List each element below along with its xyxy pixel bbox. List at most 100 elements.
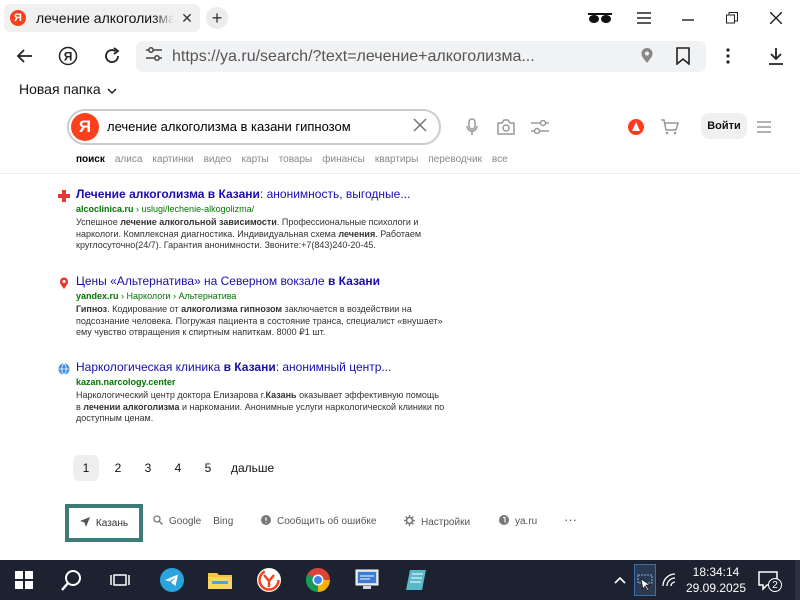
snippet-highlight: лечения	[338, 228, 376, 239]
location-arrow-icon	[79, 516, 90, 530]
file-explorer-icon[interactable]	[206, 566, 234, 594]
tab-title: лечение алкоголизма в казани гипнозом	[36, 10, 174, 26]
yaru-link[interactable]: ya.ru	[499, 515, 537, 528]
menu-icon[interactable]	[630, 6, 658, 30]
back-arrow-icon[interactable]	[12, 44, 36, 68]
new-tab-button[interactable]: +	[206, 7, 228, 29]
notification-center-icon[interactable]: 2	[758, 570, 782, 592]
network-icon[interactable]	[660, 570, 680, 590]
pagination: 1 2 3 4 5 дальше	[73, 455, 274, 481]
result-url[interactable]: alcoclinica.ru › uslugi/lechenie-alkogol…	[76, 204, 446, 214]
yandex-logo[interactable]: Я	[71, 113, 99, 141]
tab-close-button[interactable]: ✕	[180, 10, 194, 27]
city-label: Казань	[95, 517, 129, 529]
next-page-button[interactable]: дальше	[231, 461, 274, 475]
result-title-link[interactable]: Лечение алкоголизма в Казани: анонимност…	[76, 187, 446, 201]
tab-search[interactable]: поиск	[76, 154, 105, 165]
tab-images[interactable]: картинки	[152, 154, 193, 165]
minimize-button[interactable]	[674, 6, 702, 30]
tray-app-highlighted[interactable]	[634, 564, 656, 596]
bookmark-icon[interactable]	[676, 47, 690, 70]
google-link[interactable]: Google	[169, 516, 201, 527]
bookmark-folder-label: Новая папка	[19, 81, 101, 97]
snippet-text: Успешное	[76, 217, 121, 227]
tab-alice[interactable]: алиса	[115, 154, 143, 165]
bing-link[interactable]: Bing	[213, 516, 233, 527]
cart-icon[interactable]	[659, 116, 681, 138]
header-divider	[0, 173, 800, 174]
medical-cross-favicon-icon	[58, 189, 70, 202]
bookmark-folder[interactable]: Новая папка	[19, 81, 117, 97]
login-button[interactable]: Войти	[701, 113, 747, 139]
result-title-text: Цены «Альтернатива» на Северном вокзале	[76, 274, 328, 288]
windows-start-icon[interactable]	[10, 566, 38, 594]
search-input[interactable]: лечение алкоголизма в казани гипнозом	[107, 119, 351, 134]
city-button[interactable]: Казань	[65, 504, 143, 542]
tab-video[interactable]: видео	[204, 154, 232, 165]
snippet-highlight: лечение алкогольной зависимости	[120, 217, 277, 227]
result-title-text: : анонимный центр...	[275, 360, 392, 374]
reload-icon[interactable]	[100, 44, 124, 68]
search-result: Лечение алкоголизма в Казани: анонимност…	[76, 187, 446, 252]
report-error-link[interactable]: Сообщить об ошибке	[261, 515, 376, 528]
page-3-button[interactable]: 3	[133, 455, 163, 481]
restore-button[interactable]	[718, 6, 746, 30]
download-icon[interactable]	[764, 44, 788, 68]
tab-all[interactable]: все	[492, 154, 508, 165]
result-title-link[interactable]: Наркологическая клиника в Казани: аноним…	[76, 360, 446, 374]
page-4-button[interactable]: 4	[163, 455, 193, 481]
browser-tab[interactable]: Я лечение алкоголизма в казани гипнозом …	[4, 4, 200, 32]
filters-icon[interactable]	[529, 116, 551, 138]
tab-maps[interactable]: карты	[241, 154, 268, 165]
yandex-small-logo-icon	[499, 515, 509, 528]
site-settings-icon[interactable]	[146, 47, 162, 66]
result-title-link[interactable]: Цены «Альтернатива» на Северном вокзале …	[76, 274, 446, 288]
chrome-icon[interactable]	[304, 566, 332, 594]
tab-translator[interactable]: переводчик	[428, 154, 482, 165]
telegram-icon[interactable]	[158, 566, 186, 594]
close-window-button[interactable]	[762, 6, 790, 30]
notes-app-icon[interactable]	[402, 566, 430, 594]
settings-link[interactable]: Настройки	[404, 515, 470, 529]
tab-finance[interactable]: финансы	[322, 154, 365, 165]
report-error-label: Сообщить об ошибке	[277, 516, 377, 527]
more-footer-button[interactable]: ···	[564, 512, 577, 527]
yandex-favicon-icon: Я	[10, 10, 26, 26]
task-view-icon[interactable]	[106, 566, 134, 594]
result-path: › uslugi/lechenie-alkogolizma/	[133, 204, 255, 214]
yaru-label: ya.ru	[515, 516, 538, 527]
gear-icon	[404, 515, 415, 529]
result-title-text: Наркологическая клиника	[76, 360, 224, 374]
search-result: Наркологическая клиника в Казани: аноним…	[76, 360, 446, 425]
page-1-button[interactable]: 1	[73, 455, 99, 481]
tray-chevron-up-icon[interactable]	[612, 572, 628, 588]
result-url[interactable]: yandex.ru › Наркологи › Альтернатива	[76, 291, 446, 301]
hamburger-menu-icon[interactable]	[753, 116, 775, 138]
settings-label: Настройки	[421, 516, 471, 528]
taskbar-search-icon[interactable]	[58, 566, 86, 594]
result-url[interactable]: kazan.narcology.center	[76, 377, 446, 387]
page-5-button[interactable]: 5	[193, 455, 223, 481]
show-desktop-button[interactable]	[795, 560, 800, 600]
remote-desktop-icon[interactable]	[353, 566, 381, 594]
tab-products[interactable]: товары	[279, 154, 313, 165]
yandex-home-icon[interactable]: Я	[56, 44, 80, 68]
address-bar[interactable]: https://ya.ru/search/?text=лечение+алког…	[136, 41, 706, 72]
notification-count: 2	[768, 578, 782, 592]
yandex-browser-icon[interactable]	[255, 566, 283, 594]
snippet-highlight: Гипноз	[76, 304, 108, 314]
clear-search-icon[interactable]	[413, 116, 427, 137]
search-box[interactable]: Я лечение алкоголизма в казани гипнозом	[67, 109, 441, 145]
microphone-icon[interactable]	[461, 116, 483, 138]
page-2-button[interactable]: 2	[103, 455, 133, 481]
result-domain: kazan.narcology.center	[76, 377, 176, 387]
address-url: https://ya.ru/search/?text=лечение+алког…	[172, 47, 535, 65]
location-pin-icon[interactable]	[640, 48, 654, 69]
clock[interactable]: 18:34:14 29.09.2025	[680, 564, 752, 596]
tab-apartments[interactable]: квартиры	[375, 154, 418, 165]
camera-search-icon[interactable]	[495, 116, 517, 138]
alice-icon[interactable]	[625, 116, 647, 138]
more-options-icon[interactable]	[716, 44, 740, 68]
incognito-glasses-icon[interactable]	[586, 6, 614, 30]
snippet-text: Наркологический центр доктора Елизарова …	[76, 390, 266, 400]
